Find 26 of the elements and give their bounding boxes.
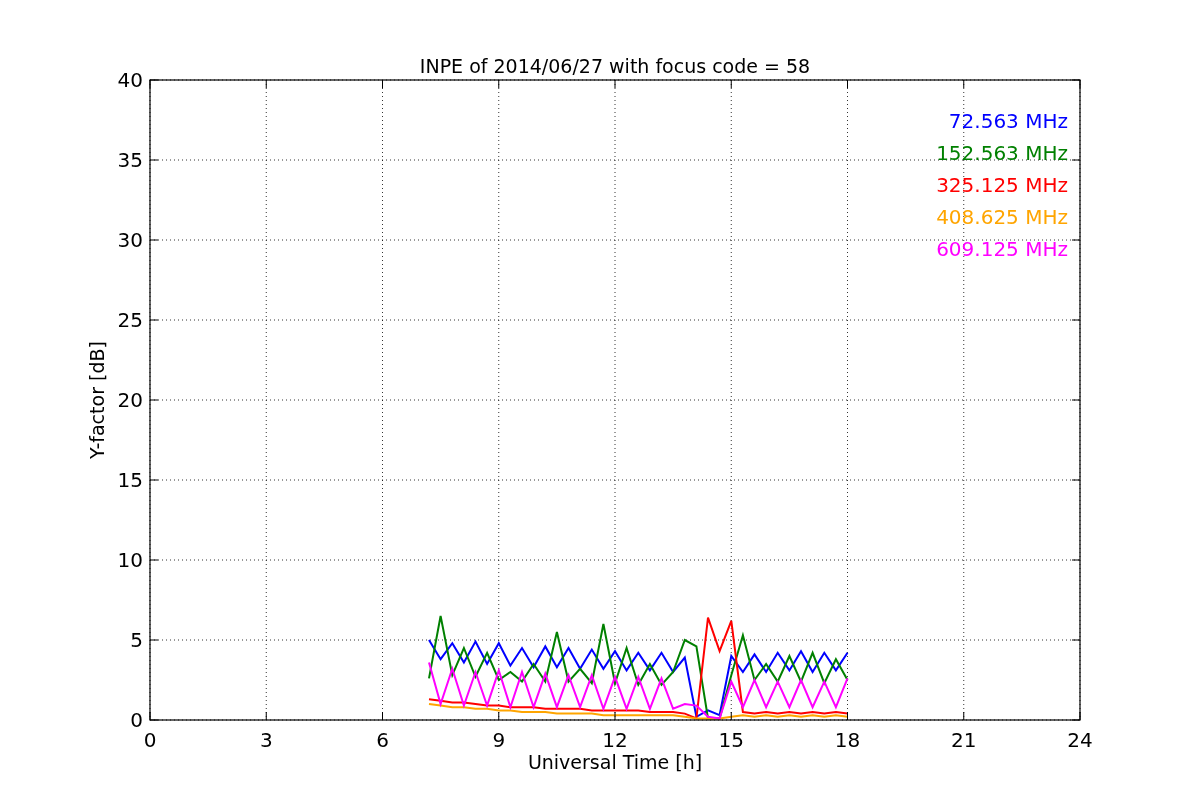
legend-label: 152.563 MHz [936, 141, 1068, 165]
tick-label: 21 [951, 728, 977, 752]
y-axis-label: Y-factor [dB] [86, 341, 108, 459]
tick-label: 20 [117, 388, 143, 412]
tick-label: 10 [117, 548, 143, 572]
tick-label: 0 [130, 708, 143, 732]
tick-label: 3 [259, 728, 273, 752]
tick-label: 35 [117, 148, 143, 172]
tick-label: 18 [834, 728, 861, 752]
tick-label: 24 [1067, 728, 1093, 752]
tick-label: 25 [117, 308, 143, 332]
chart-title: INPE of 2014/06/27 with focus code = 58 [419, 55, 811, 77]
legend-label: 325.125 MHz [936, 173, 1068, 197]
legend-label: 609.125 MHz [936, 237, 1068, 261]
tick-label: 6 [376, 728, 389, 752]
legend-label: 72.563 MHz [948, 109, 1068, 133]
tick-label: 12 [602, 728, 628, 752]
x-axis-label: Universal Time [h] [527, 751, 703, 773]
legend-label: 408.625 MHz [936, 205, 1068, 229]
tick-label: 15 [117, 468, 143, 492]
tick-label: 0 [143, 728, 157, 752]
tick-label: 15 [718, 728, 744, 752]
tick-label: 9 [492, 728, 506, 752]
tick-label: 40 [117, 68, 143, 92]
tick-label: 5 [130, 628, 143, 652]
tick-label: 30 [117, 228, 143, 252]
